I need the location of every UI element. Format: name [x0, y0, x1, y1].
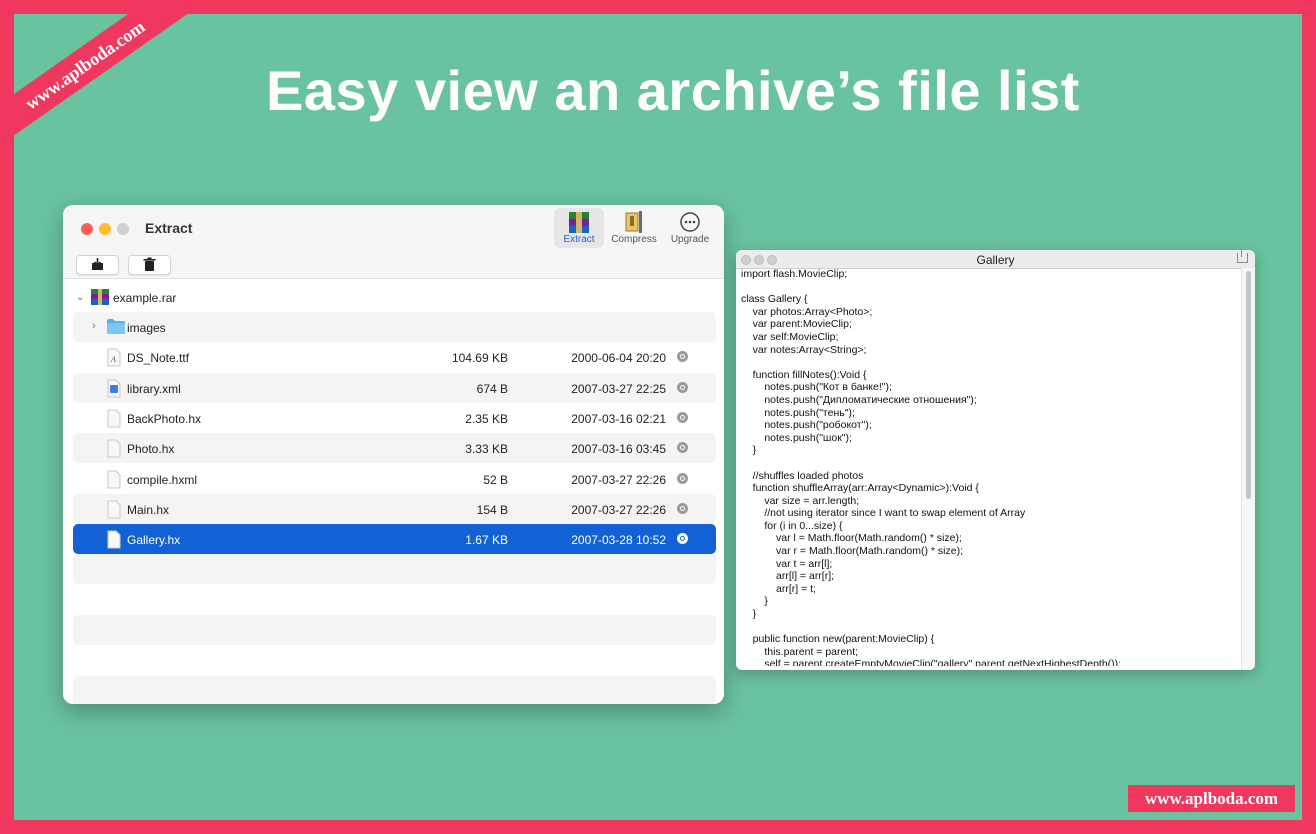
- empty-row: [73, 554, 716, 585]
- extract-window: Extract Extract Compress Upgrade ⌄ examp…: [63, 205, 724, 704]
- list-item[interactable]: BackPhoto.hx 2.35 KB 2007-03-16 02:21: [73, 403, 716, 433]
- file-name: Photo.hx: [127, 442, 175, 457]
- file-name: Gallery.hx: [127, 533, 181, 548]
- file-size: 2.35 KB: [465, 411, 508, 426]
- list-item[interactable]: compile.hxml 52 B 2007-03-27 22:26: [73, 464, 716, 494]
- list-item-selected[interactable]: Gallery.hx 1.67 KB 2007-03-28 10:52: [73, 524, 716, 555]
- list-item[interactable]: › images: [73, 312, 716, 342]
- delete-button[interactable]: [128, 255, 171, 275]
- minimize-button[interactable]: [99, 223, 111, 235]
- preview-icon[interactable]: [677, 502, 688, 514]
- share-icon[interactable]: [1237, 250, 1248, 263]
- list-item[interactable]: A DS_Note.ttf 104.69 KB 2000-06-04 20:20: [73, 342, 716, 372]
- action-bar: [63, 251, 724, 279]
- close-button[interactable]: [81, 223, 93, 235]
- empty-row: [73, 615, 716, 645]
- file-name: DS_Note.ttf: [127, 351, 190, 366]
- scrollbar-thumb[interactable]: [1246, 271, 1251, 499]
- file-size: 1.67 KB: [465, 533, 508, 548]
- file-date: 2007-03-27 22:26: [571, 472, 666, 487]
- file-name: images: [127, 321, 166, 335]
- file-size: 104.69 KB: [451, 351, 508, 366]
- file-size: 3.33 KB: [465, 442, 508, 457]
- window-title: Extract: [145, 220, 193, 236]
- compress-icon: [608, 210, 660, 234]
- file-name: library.xml: [127, 381, 181, 396]
- preview-title: Gallery: [976, 253, 1015, 267]
- document-icon: [106, 409, 122, 433]
- trash-icon: [143, 257, 156, 271]
- preview-icon[interactable]: [677, 351, 688, 363]
- file-date: 2007-03-27 22:25: [571, 381, 666, 396]
- upgrade-label: Upgrade: [670, 234, 710, 245]
- list-item[interactable]: library.xml 674 B 2007-03-27 22:25: [73, 372, 716, 403]
- extract-selected-button[interactable]: [76, 255, 119, 275]
- extract-tray-icon: [92, 258, 103, 270]
- watermark-badge: www.aplboda.com: [1128, 785, 1295, 812]
- file-name: Main.hx: [127, 502, 170, 517]
- file-date: 2000-06-04 20:20: [571, 351, 666, 366]
- headline: Easy view an archive’s file list: [266, 59, 1080, 122]
- rar-archive-icon: [554, 210, 604, 234]
- preview-icon[interactable]: [677, 381, 688, 393]
- chevron-right-icon[interactable]: ›: [92, 320, 96, 332]
- file-date: 2007-03-16 02:21: [571, 411, 666, 426]
- extract-button[interactable]: Extract: [554, 208, 604, 248]
- document-icon: [106, 470, 122, 494]
- file-size: 52 B: [483, 472, 508, 487]
- document-icon: [106, 439, 122, 463]
- document-icon: [106, 500, 122, 524]
- zoom-button[interactable]: [117, 223, 129, 235]
- preview-icon[interactable]: [677, 442, 688, 454]
- scrollbar[interactable]: [1241, 268, 1255, 670]
- preview-title-bar: Gallery: [736, 250, 1255, 269]
- file-date: 2007-03-27 22:26: [571, 502, 666, 517]
- font-file-icon: A: [106, 348, 122, 372]
- preview-icon[interactable]: [677, 472, 688, 484]
- promo-background: www.aplboda.com Easy view an archive’s f…: [14, 14, 1302, 820]
- extract-label: Extract: [563, 234, 595, 245]
- file-size: 154 B: [476, 502, 508, 517]
- archive-root-row[interactable]: ⌄ example.rar: [63, 284, 724, 312]
- preview-icon[interactable]: [677, 533, 688, 545]
- compress-label: Compress: [611, 234, 657, 245]
- more-icon: [665, 210, 715, 234]
- chevron-down-icon[interactable]: ⌄: [76, 292, 84, 303]
- compress-button[interactable]: Compress: [608, 208, 660, 248]
- file-date: 2007-03-16 03:45: [571, 442, 666, 457]
- upgrade-button[interactable]: Upgrade: [665, 208, 715, 248]
- folder-icon: [106, 318, 126, 340]
- list-item[interactable]: Photo.hx 3.33 KB 2007-03-16 03:45: [73, 433, 716, 464]
- svg-text:A: A: [110, 355, 116, 364]
- document-icon: [106, 530, 122, 554]
- rar-file-icon: [90, 288, 110, 311]
- archive-name: example.rar: [113, 291, 177, 305]
- file-name: BackPhoto.hx: [127, 411, 202, 426]
- list-item[interactable]: Main.hx 154 B 2007-03-27 22:26: [73, 493, 716, 524]
- gallery-preview-window: Gallery import flash.MovieClip; class Ga…: [736, 250, 1255, 670]
- file-name: compile.hxml: [127, 472, 198, 487]
- preview-icon[interactable]: [677, 411, 688, 423]
- xml-file-icon: [106, 379, 122, 403]
- file-date: 2007-03-28 10:52: [571, 533, 666, 548]
- code-content: import flash.MovieClip; class Gallery { …: [741, 268, 1122, 666]
- title-bar: Extract Extract Compress Upgrade: [63, 205, 724, 251]
- empty-row: [73, 675, 716, 704]
- file-size: 674 B: [476, 381, 508, 396]
